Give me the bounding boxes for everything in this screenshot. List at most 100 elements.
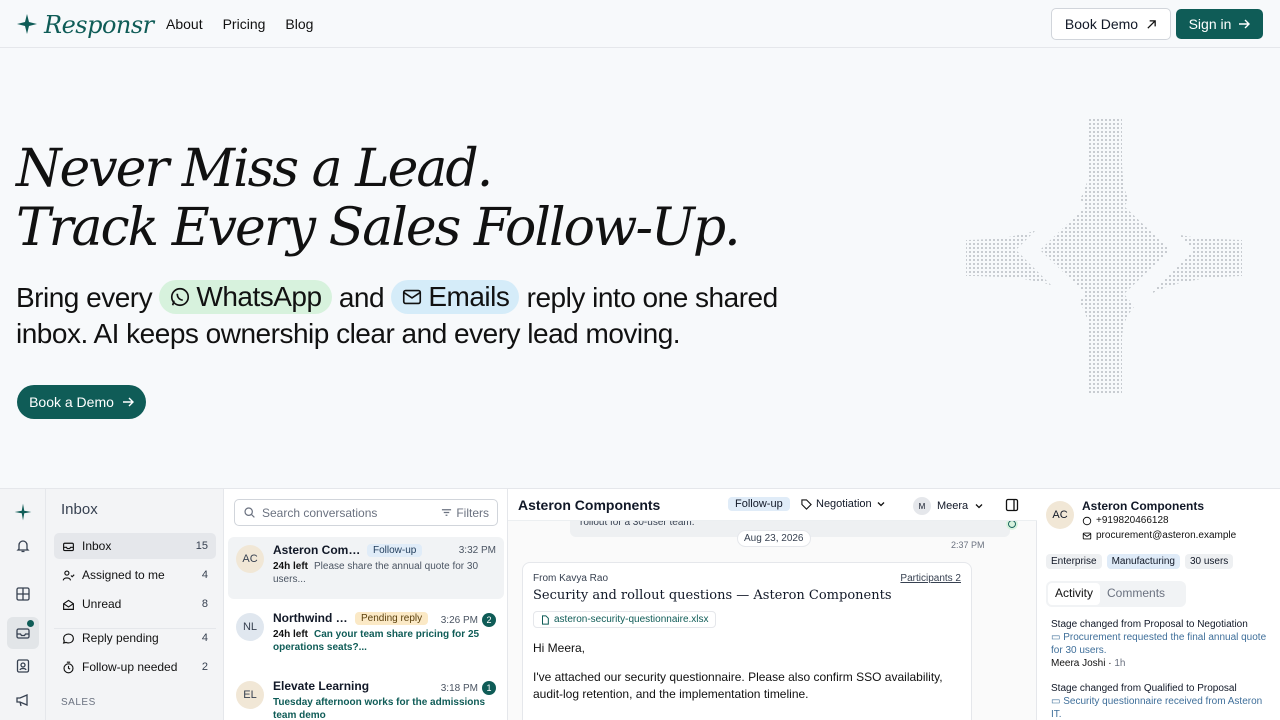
hero-title-line2: Track Every Sales Follow-Up. (16, 198, 741, 258)
tab-comments[interactable]: Comments (1100, 583, 1172, 605)
mail-icon (403, 289, 422, 304)
thread-title: Asteron Components (518, 497, 661, 513)
nav-link-pricing[interactable]: Pricing (223, 16, 266, 32)
sidebar-item-label: Follow-up needed (82, 660, 178, 674)
activity-note: Procurement requested the final annual q… (1051, 632, 1267, 656)
icon-rail (0, 489, 46, 720)
filters-button[interactable]: Filters (441, 506, 489, 520)
user-check-icon (62, 569, 75, 581)
nav-link-about[interactable]: About (166, 16, 203, 32)
contact-tags: Enterprise Manufacturing 30 users (1046, 554, 1234, 569)
brand-logo[interactable]: Responsr (16, 11, 154, 39)
sla-label: 24h left (273, 561, 309, 572)
email-greeting: Hi Meera, (533, 640, 586, 655)
contacts-icon[interactable] (12, 655, 34, 677)
inbox-icon (63, 542, 74, 551)
contact-avatar: AC (1046, 501, 1074, 529)
sparkle-logo-icon (17, 14, 37, 34)
avatar: EL (236, 681, 264, 709)
sidebar-item-assigned[interactable]: Assigned to me 4 (54, 562, 216, 588)
note-icon: ▭ (1051, 696, 1064, 707)
chevron-down-icon (975, 504, 983, 509)
owner-label: Meera (937, 500, 969, 512)
tag-icon (801, 498, 812, 510)
top-nav: Responsr About Pricing Blog Book Demo Si… (0, 0, 1280, 48)
inbox-sidebar: Inbox Inbox 15 Assigned to me 4 Unread 8… (46, 489, 224, 720)
stage-dropdown[interactable]: Negotiation (801, 498, 886, 510)
sidebar-item-count: 4 (201, 569, 208, 581)
sidebar-item-label: Inbox (82, 539, 112, 553)
sla-label: 24h left (273, 629, 309, 640)
activity-author: Meera Joshi (1051, 658, 1106, 669)
whatsapp-icon (171, 287, 190, 306)
conversation-name: Asteron Components (273, 543, 361, 557)
conversation-item-asteron[interactable]: AC Asteron Components Follow-up 3:32 PM 2… (228, 537, 504, 599)
app-logo-icon[interactable] (12, 501, 34, 523)
stage-label: Negotiation (816, 498, 872, 510)
sidebar-item-unread[interactable]: Unread 8 (54, 591, 216, 617)
conversation-item-northwind[interactable]: NL Northwind Logistics Pending reply 3:26… (228, 605, 504, 665)
book-demo-label: Book Demo (1064, 16, 1139, 32)
unread-badge: 2 (482, 613, 496, 627)
date-separator: Aug 23, 2026 (737, 530, 811, 547)
conversation-name: Northwind Logistics (273, 611, 349, 625)
panel-tabs: Activity Comments (1046, 581, 1186, 607)
email-text: I've attached our security questionnaire… (533, 669, 943, 701)
inbox-nav-icon[interactable] (7, 617, 39, 649)
activity-title: Stage changed from Qualified to Proposal (1051, 683, 1237, 694)
search-conversations-input[interactable]: Search conversations Filters (234, 499, 498, 526)
brand-name: Responsr (44, 11, 154, 39)
mail-open-icon (63, 599, 74, 610)
nav-link-blog[interactable]: Blog (285, 16, 313, 32)
conversation-preview: Tuesday afternoon works for the admissio… (273, 697, 486, 720)
whatsapp-label: WhatsApp (196, 280, 322, 312)
email-from: From Kavya Rao (533, 573, 609, 584)
thread-status-tag[interactable]: Follow-up (728, 497, 790, 511)
sub-pre: Bring every (16, 282, 153, 313)
sidebar-item-label: Assigned to me (82, 568, 165, 582)
sidebar-item-count: 8 (201, 598, 208, 610)
search-icon (244, 507, 255, 518)
book-a-demo-button[interactable]: Book a Demo (17, 385, 146, 419)
sidebar-item-reply-pending[interactable]: Reply pending 4 (54, 625, 216, 651)
sidebar-item-count: 4 (201, 632, 208, 644)
email-attachment[interactable]: asteron-security-questionnaire.xlsx (533, 611, 716, 628)
sidebar-item-follow-up[interactable]: Follow-up needed 2 (54, 654, 216, 680)
email-message-card: From Kavya Rao Participants 2 Security a… (522, 562, 972, 720)
search-placeholder: Search conversations (262, 505, 378, 520)
hero-subtitle: Bring every WhatsApp and Emails reply in… (16, 279, 846, 352)
sign-in-button[interactable]: Sign in (1176, 9, 1263, 39)
activity-ago: 1h (1114, 658, 1126, 669)
contact-email: procurement@asteron.example (1096, 530, 1237, 541)
status-tag: Follow-up (367, 543, 423, 557)
grid-icon[interactable] (12, 583, 34, 605)
thread-header: Asteron Components Follow-up Negotiation… (508, 489, 1037, 521)
participants-link[interactable]: Participants 2 (900, 573, 961, 584)
tag-chip: 30 users (1184, 554, 1234, 569)
panel-toggle-icon[interactable] (1005, 498, 1019, 512)
conversation-thread: rollout for a 30-user team. Asteron Comp… (508, 489, 1037, 720)
bell-icon[interactable] (12, 535, 34, 557)
book-demo-button[interactable]: Book Demo (1051, 8, 1171, 40)
sidebar-title: Inbox (61, 501, 98, 518)
owner-dropdown[interactable]: M Meera (913, 497, 984, 515)
avatar: NL (236, 613, 264, 641)
conversation-time: 3:18 PM (440, 682, 478, 694)
conversation-item-elevate[interactable]: EL Elevate Learning 3:18 PM 1 Tuesday aft… (228, 673, 504, 720)
attachment-name: asteron-security-questionnaire.xlsx (554, 614, 709, 625)
avatar: AC (236, 545, 264, 573)
sidebar-item-inbox[interactable]: Inbox 15 (54, 533, 216, 559)
megaphone-icon[interactable] (12, 689, 34, 711)
conversation-list: Search conversations Filters AC Asteron … (224, 489, 508, 720)
inbox-app-preview: Inbox Inbox 15 Assigned to me 4 Unread 8… (0, 488, 1280, 720)
activity-title: Stage changed from Proposal to Negotiati… (1051, 619, 1248, 630)
book-a-demo-label: Book a Demo (29, 394, 114, 410)
email-body: Hi Meera, I've attached our security que… (533, 640, 961, 703)
sidebar-item-label: Unread (82, 597, 122, 611)
arrow-right-icon (1239, 19, 1251, 29)
emails-pill: Emails (391, 279, 520, 314)
email-subject: Security and rollout questions — Asteron… (533, 588, 892, 603)
nav-links: About Pricing Blog (166, 16, 313, 32)
tag-chip: Enterprise (1046, 554, 1102, 569)
tab-activity[interactable]: Activity (1048, 583, 1101, 605)
